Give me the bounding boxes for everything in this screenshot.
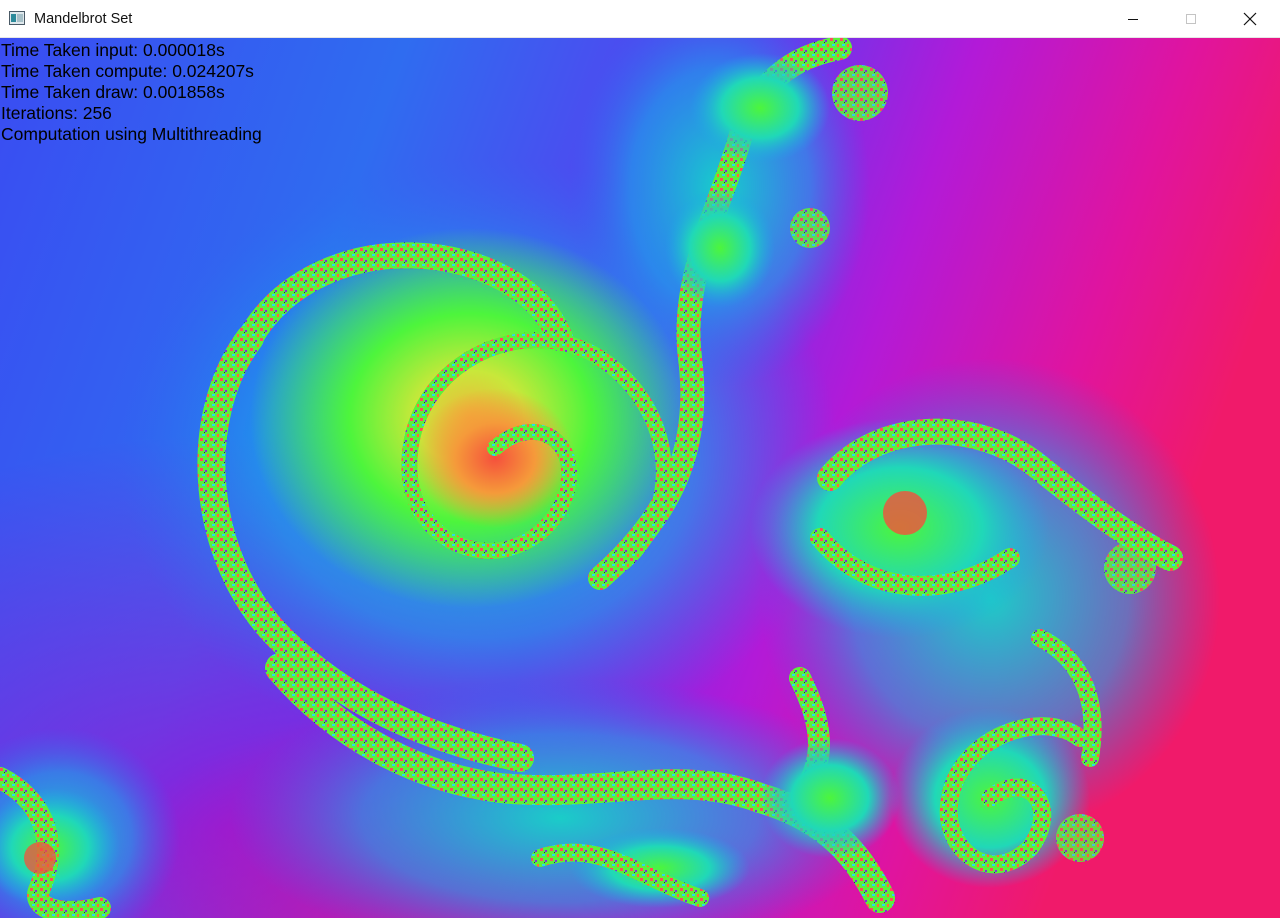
computation-mode-label: Computation using Multithreading [1, 124, 262, 144]
iterations-label: Iterations: 256 [1, 103, 112, 123]
fractal-canvas[interactable] [0, 38, 1280, 918]
time-draw-label: Time Taken draw: 0.001858s [1, 82, 225, 102]
time-input-label: Time Taken input: 0.000018s [1, 40, 225, 60]
app-window-icon [9, 11, 25, 25]
close-button[interactable] [1221, 0, 1279, 37]
time-compute-label: Time Taken compute: 0.024207s [1, 61, 254, 81]
stats-overlay: Time Taken input: 0.000018s Time Taken c… [1, 40, 262, 145]
fractal-render [0, 38, 1280, 918]
mandelbrot-window: Mandelbrot Set Time Taken input: 0.00001… [0, 0, 1280, 920]
minimize-icon [1128, 18, 1138, 20]
maximize-button[interactable] [1162, 0, 1220, 37]
minimize-button[interactable] [1104, 0, 1162, 37]
window-title: Mandelbrot Set [34, 11, 133, 27]
maximize-icon [1186, 13, 1196, 24]
title-bar[interactable]: Mandelbrot Set [0, 0, 1280, 38]
close-icon [1243, 12, 1257, 25]
